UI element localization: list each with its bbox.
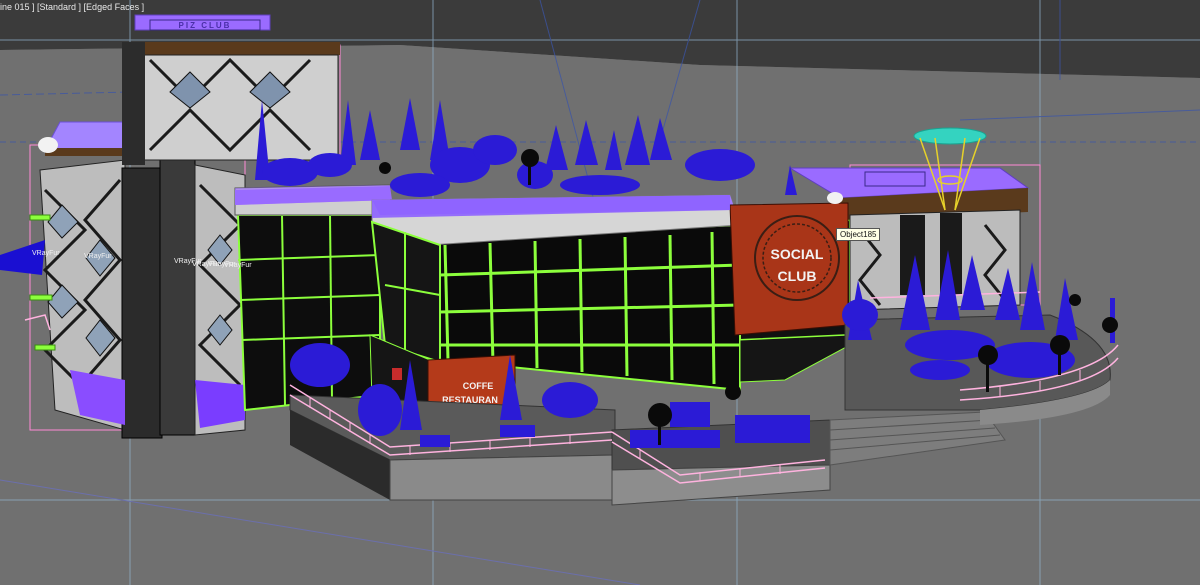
viewport-label[interactable]: ine 015 ] [Standard ] [Edged Faces ]	[0, 2, 144, 12]
social-club-line1: SOCIAL	[771, 246, 824, 262]
scene-canvas[interactable]: SOCIAL CLUB COFFE RESTAURAN PIZ CLUB	[0, 0, 1200, 585]
restaurant-line1: COFFE	[463, 381, 494, 391]
fur-label: VRayFur	[84, 253, 112, 260]
social-club-sign[interactable]: SOCIAL CLUB	[729, 202, 849, 336]
fur-label: VRayFur	[224, 262, 252, 269]
object-tooltip: Object185	[836, 228, 881, 241]
3d-viewport[interactable]: SOCIAL CLUB COFFE RESTAURAN PIZ CLUB ine…	[0, 0, 1200, 585]
social-club-line2: CLUB	[778, 268, 817, 284]
top-sign-text: PIZ CLUB	[179, 21, 232, 30]
fur-label: VRayFur	[32, 250, 60, 257]
